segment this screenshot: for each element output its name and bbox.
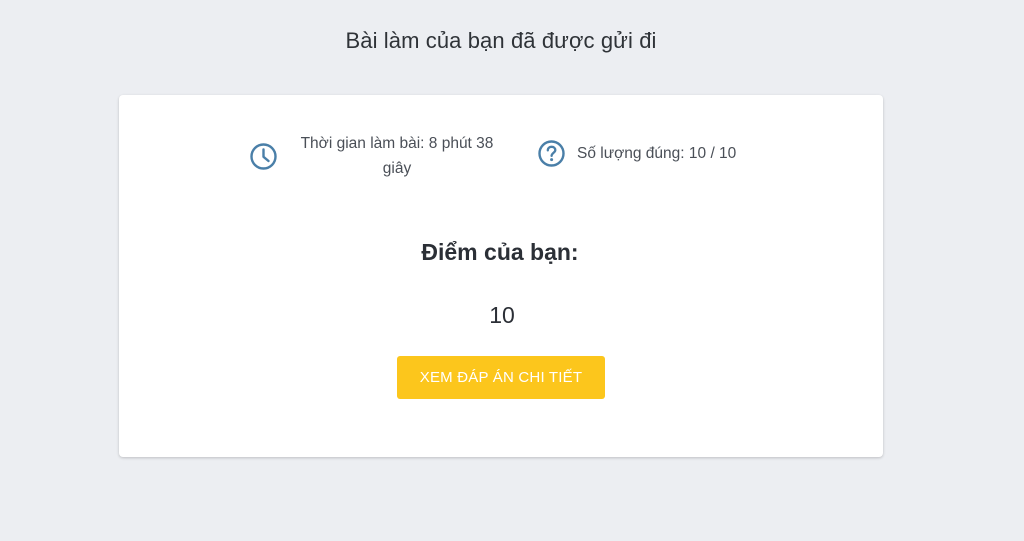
result-card: Thời gian làm bài: 8 phút 38 giây Số lượ… xyxy=(119,95,883,457)
time-stat-label: Thời gian làm bài: 8 phút 38 giây xyxy=(300,135,494,177)
clock-icon xyxy=(249,142,278,171)
correct-count-stat: Số lượng đúng: 10 / 10 xyxy=(537,139,736,168)
view-detailed-answers-button[interactable]: XEM ĐÁP ÁN CHI TIẾT xyxy=(397,356,605,399)
correct-count-label: Số lượng đúng: 10 / 10 xyxy=(577,145,737,162)
score-value: 10 xyxy=(489,302,515,328)
time-stat: Thời gian làm bài: 8 phút 38 giây xyxy=(249,131,497,181)
page-title: Bài làm của bạn đã được gửi đi xyxy=(345,28,657,53)
question-circle-icon xyxy=(537,139,566,168)
score-label: Điểm của bạn: xyxy=(421,239,579,265)
